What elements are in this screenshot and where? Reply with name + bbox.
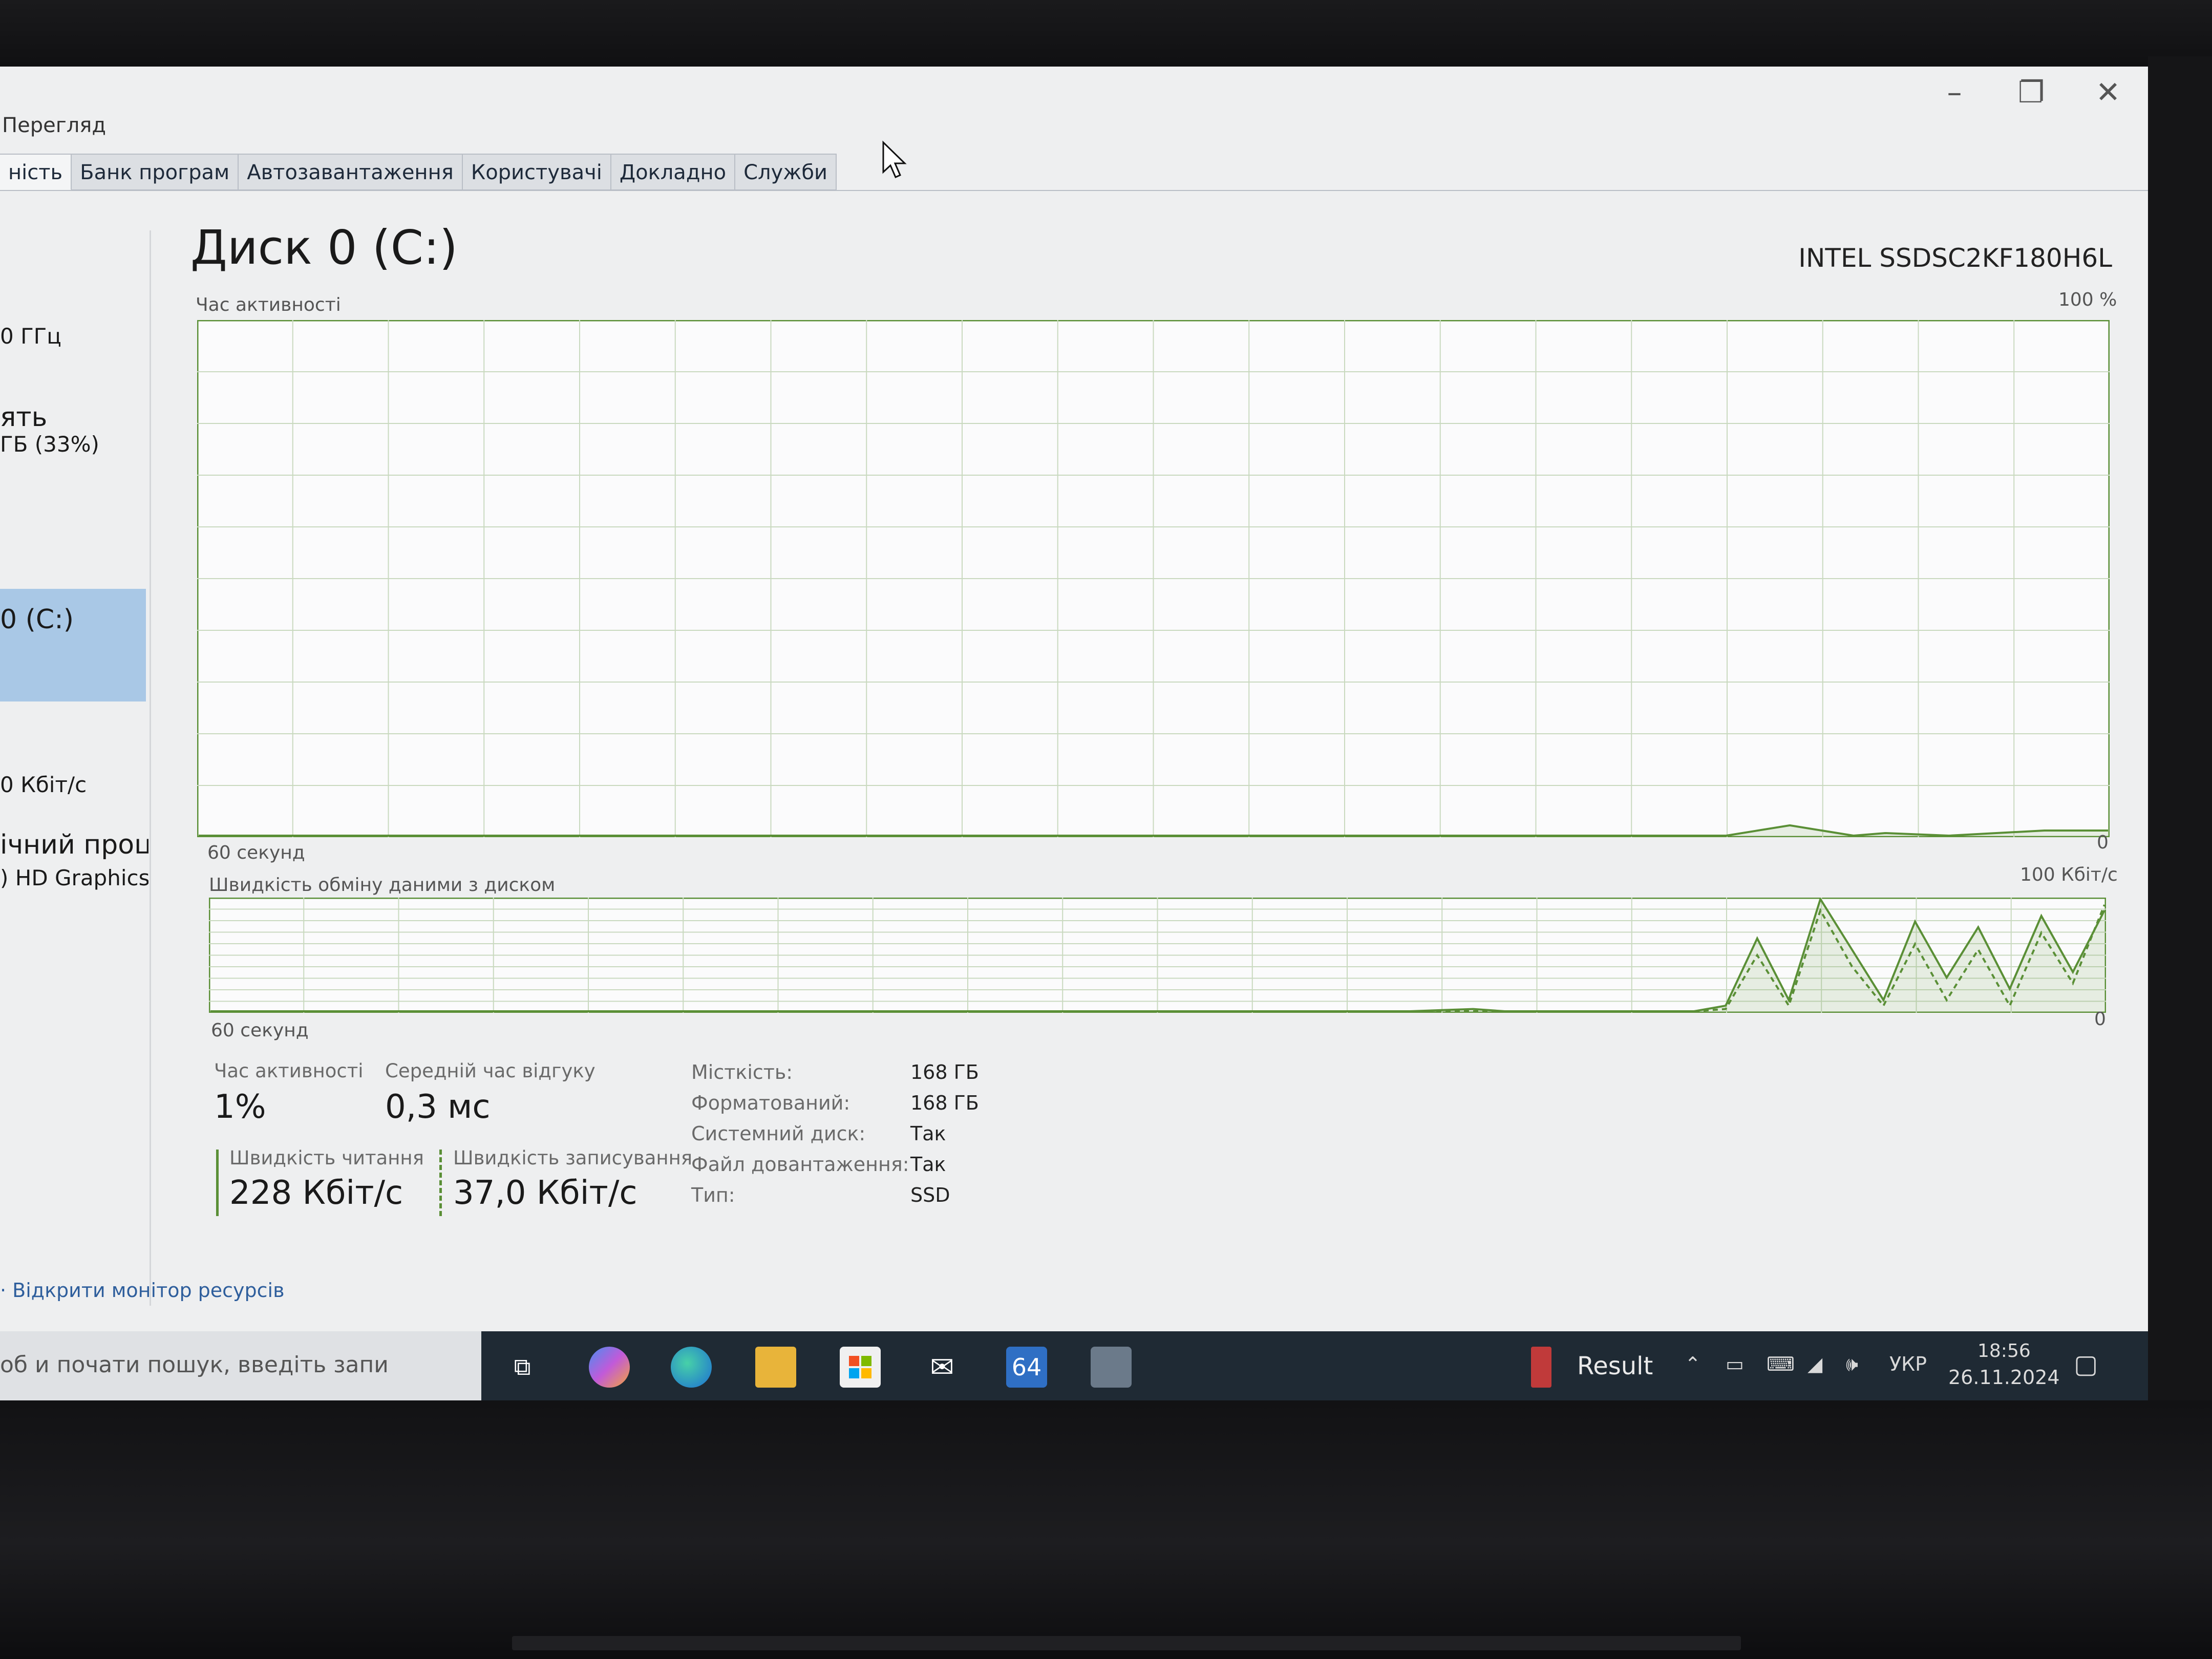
language-indicator[interactable]: УКР	[1889, 1353, 1927, 1375]
tab-details[interactable]: Докладно	[611, 154, 736, 190]
prop-pagefile-label: Файл довантаження:	[691, 1153, 909, 1176]
store-icon[interactable]	[840, 1347, 881, 1388]
prop-capacity-value: 168 ГБ	[910, 1061, 979, 1083]
chart2-title: Швидкість обміну даними з диском	[209, 875, 556, 896]
copilot-icon[interactable]	[589, 1347, 630, 1388]
mail-icon[interactable]: ✉	[922, 1347, 963, 1388]
sidebar-memory-value: ГБ (33%)	[0, 432, 99, 457]
task-view-icon[interactable]: ⧉	[502, 1347, 543, 1388]
laptop-body	[0, 1400, 2212, 1659]
sidebar-disk-label: 0 (C:)	[0, 604, 74, 635]
write-speed-label: Швидкість записування	[453, 1147, 693, 1169]
clock-date[interactable]: 26.11.2024	[1948, 1366, 2060, 1389]
tab-performance[interactable]: ність	[0, 154, 72, 190]
wifi-icon[interactable]: ◢	[1807, 1353, 1822, 1375]
restore-button[interactable]: ❐	[2001, 72, 2062, 113]
read-speed-legend-line	[216, 1150, 219, 1216]
chart1-xlabel: 60 секунд	[207, 842, 305, 863]
sidebar-item-gpu[interactable]: ічний процес	[0, 830, 148, 860]
sidebar-item-disk[interactable]: 0 (C:)	[0, 589, 146, 701]
tab-services[interactable]: Служби	[735, 154, 837, 190]
chart2-ymax: 100 Кбіт/с	[2020, 864, 2118, 885]
aida64-icon[interactable]: 64	[1006, 1347, 1047, 1388]
laptop-bezel-top	[0, 0, 2212, 67]
page-title: Диск 0 (C:)	[190, 220, 458, 275]
prop-type-label: Тип:	[691, 1184, 735, 1206]
menu-view[interactable]: Перегляд	[2, 114, 106, 137]
clock-time[interactable]: 18:56	[1977, 1341, 2031, 1362]
transfer-rate-chart	[209, 898, 2106, 1013]
mouse-cursor-icon	[882, 140, 907, 178]
chevron-up-icon[interactable]: ⌃	[1685, 1353, 1701, 1375]
aida64-label: 64	[1011, 1353, 1042, 1381]
tab-startup[interactable]: Автозавантаження	[239, 154, 463, 190]
laptop-bezel-right	[2148, 56, 2212, 1408]
tab-app-history[interactable]: Банк програм	[72, 154, 239, 190]
taskbar-search[interactable]: об и почати пошук, введіть запи	[0, 1331, 481, 1400]
tab-users[interactable]: Користувачі	[462, 154, 611, 190]
prop-formatted-value: 168 ГБ	[910, 1092, 979, 1114]
chart1-ymax: 100 %	[2058, 289, 2117, 310]
nba-icon[interactable]	[1531, 1347, 1551, 1388]
store-grid-icon	[849, 1356, 871, 1378]
read-speed-value: 228 Кбіт/с	[229, 1174, 403, 1212]
notification-icon[interactable]: ▢	[2074, 1349, 2098, 1379]
disk-model: INTEL SSDSC2KF180H6L	[1798, 243, 2112, 273]
laptop-hinge	[512, 1636, 1741, 1650]
sidebar-divider	[150, 230, 151, 1306]
task-manager-window: – ❐ ✕ Перегляд ність Банк програм Автоза…	[0, 67, 2148, 1400]
chart2-xlabel: 60 секунд	[211, 1020, 309, 1041]
active-time-value: 1%	[214, 1088, 266, 1126]
keyboard-icon[interactable]: ⌨	[1767, 1353, 1795, 1375]
search-placeholder: об и почати пошук, введіть запи	[0, 1352, 389, 1378]
result-widget[interactable]: Result	[1577, 1352, 1653, 1380]
sidebar-item-memory[interactable]: ять	[0, 402, 47, 433]
active-time-chart-svg	[197, 320, 2110, 837]
prop-system-disk-value: Так	[910, 1122, 946, 1145]
write-speed-legend-line	[439, 1150, 442, 1216]
open-resource-monitor-text: Відкрити монітор ресурсів	[12, 1279, 285, 1302]
chart1-ymin: 0	[2097, 832, 2109, 853]
link-bullet: ·	[0, 1279, 13, 1302]
read-speed-label: Швидкість читання	[229, 1147, 424, 1169]
sidebar-gpu-value: ) HD Graphics 620	[0, 865, 148, 890]
taskbar: об и почати пошук, введіть запи ⧉ ✉ 64 R…	[0, 1331, 2148, 1400]
active-time-label: Час активності	[214, 1060, 364, 1082]
file-explorer-icon[interactable]	[755, 1347, 796, 1388]
prop-type-value: SSD	[910, 1184, 950, 1206]
prop-formatted-label: Форматований:	[691, 1092, 850, 1114]
transfer-rate-chart-svg	[209, 898, 2106, 1013]
volume-icon[interactable]: 🕪	[1846, 1353, 1858, 1376]
battery-icon[interactable]: ▭	[1726, 1353, 1744, 1375]
sidebar-network-value[interactable]: 0 Кбіт/с	[0, 772, 87, 797]
response-time-value: 0,3 мс	[385, 1088, 491, 1126]
prop-capacity-label: Місткість:	[691, 1061, 793, 1083]
write-speed-value: 37,0 Кбіт/с	[453, 1174, 637, 1212]
tabs-divider	[0, 190, 2148, 191]
sidebar-item-cpu[interactable]: 0 ГГц	[0, 324, 61, 349]
response-time-label: Середній час відгуку	[385, 1060, 595, 1082]
active-time-chart	[197, 320, 2110, 837]
close-button[interactable]: ✕	[2077, 72, 2139, 113]
chart2-ymin: 0	[2094, 1009, 2106, 1030]
prop-pagefile-value: Так	[910, 1153, 946, 1176]
edge-icon[interactable]	[671, 1347, 712, 1388]
prop-system-disk-label: Системний диск:	[691, 1122, 866, 1145]
minimize-button[interactable]: –	[1924, 72, 1985, 113]
resource-sidebar: 0 ГГц ять ГБ (33%) 0 (C:) 0 Кбіт/с ічний…	[0, 230, 148, 1321]
open-resource-monitor-link[interactable]: · Відкрити монітор ресурсів	[0, 1279, 285, 1302]
task-manager-icon[interactable]	[1091, 1347, 1132, 1388]
tab-bar: ність Банк програм Автозавантаження Кори…	[0, 154, 837, 190]
chart1-title: Час активності	[196, 294, 341, 315]
